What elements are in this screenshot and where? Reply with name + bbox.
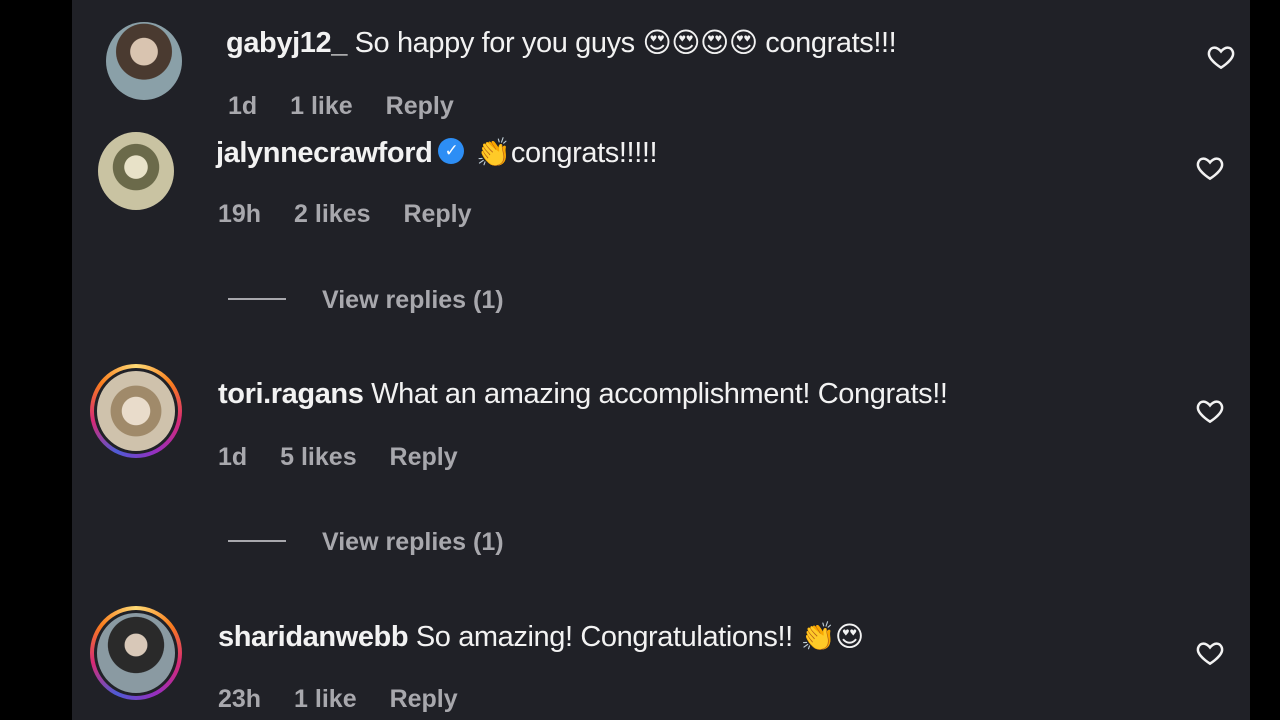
comment-text-after: congrats!!!	[765, 27, 897, 59]
comment-text: congrats!!!!!	[510, 137, 658, 169]
heart-icon[interactable]	[1194, 638, 1226, 668]
reply-button[interactable]: Reply	[390, 443, 458, 471]
view-replies-button[interactable]: View replies (1)	[228, 528, 504, 557]
comment-body: sharidanwebb So amazing! Congratulations…	[218, 620, 864, 654]
emoji-clapping-heart-eyes: 👏😍	[800, 620, 864, 653]
heart-icon[interactable]	[1194, 153, 1226, 183]
comment-body: gabyj12_ So happy for you guys 😍😍😍😍 cong…	[226, 26, 897, 60]
avatar[interactable]	[106, 22, 182, 100]
timestamp[interactable]: 1d	[228, 92, 257, 120]
verified-badge-icon: ✓	[438, 138, 465, 165]
view-replies-button[interactable]: View replies (1)	[228, 286, 504, 315]
username[interactable]: tori.ragans	[218, 378, 364, 410]
avatar[interactable]	[98, 132, 174, 210]
comment-text: What an amazing accomplishment! Congrats…	[371, 378, 948, 410]
avatar[interactable]	[90, 364, 182, 458]
comments-panel: gabyj12_ So happy for you guys 😍😍😍😍 cong…	[72, 0, 1250, 720]
avatar[interactable]	[90, 606, 182, 700]
comment-body: jalynnecrawford ✓ 👏congrats!!!!!	[216, 136, 658, 170]
comment-meta: 19h 2 likes Reply	[218, 200, 498, 229]
username[interactable]: jalynnecrawford	[216, 137, 433, 169]
like-count[interactable]: 1 like	[294, 685, 357, 713]
reply-button[interactable]: Reply	[390, 685, 458, 713]
username[interactable]: sharidanwebb	[218, 621, 409, 653]
like-count[interactable]: 5 likes	[280, 443, 356, 471]
reply-button[interactable]: Reply	[403, 200, 471, 228]
heart-icon[interactable]	[1205, 42, 1237, 72]
timestamp[interactable]: 23h	[218, 685, 261, 713]
timestamp[interactable]: 19h	[218, 200, 261, 228]
emoji-clapping: 👏	[476, 136, 511, 169]
emoji-heart-eyes: 😍😍😍😍	[642, 26, 758, 59]
comment-text: So amazing! Congratulations!!	[415, 621, 793, 653]
view-replies-label: View replies (1)	[322, 528, 504, 556]
comment-meta: 1d 5 likes Reply	[218, 443, 484, 472]
comment-meta: 23h 1 like Reply	[218, 685, 484, 714]
comment-text: So happy for you guys	[354, 27, 636, 59]
timestamp[interactable]: 1d	[218, 443, 247, 471]
like-count[interactable]: 2 likes	[294, 200, 370, 228]
comment-body: tori.ragans What an amazing accomplishme…	[218, 378, 948, 411]
username[interactable]: gabyj12_	[226, 27, 347, 59]
divider	[228, 540, 286, 543]
like-count[interactable]: 1 like	[290, 92, 353, 120]
divider	[228, 298, 286, 301]
view-replies-label: View replies (1)	[322, 286, 504, 314]
comment-meta: 1d 1 like Reply	[228, 92, 480, 121]
reply-button[interactable]: Reply	[386, 92, 454, 120]
heart-icon[interactable]	[1194, 396, 1226, 426]
